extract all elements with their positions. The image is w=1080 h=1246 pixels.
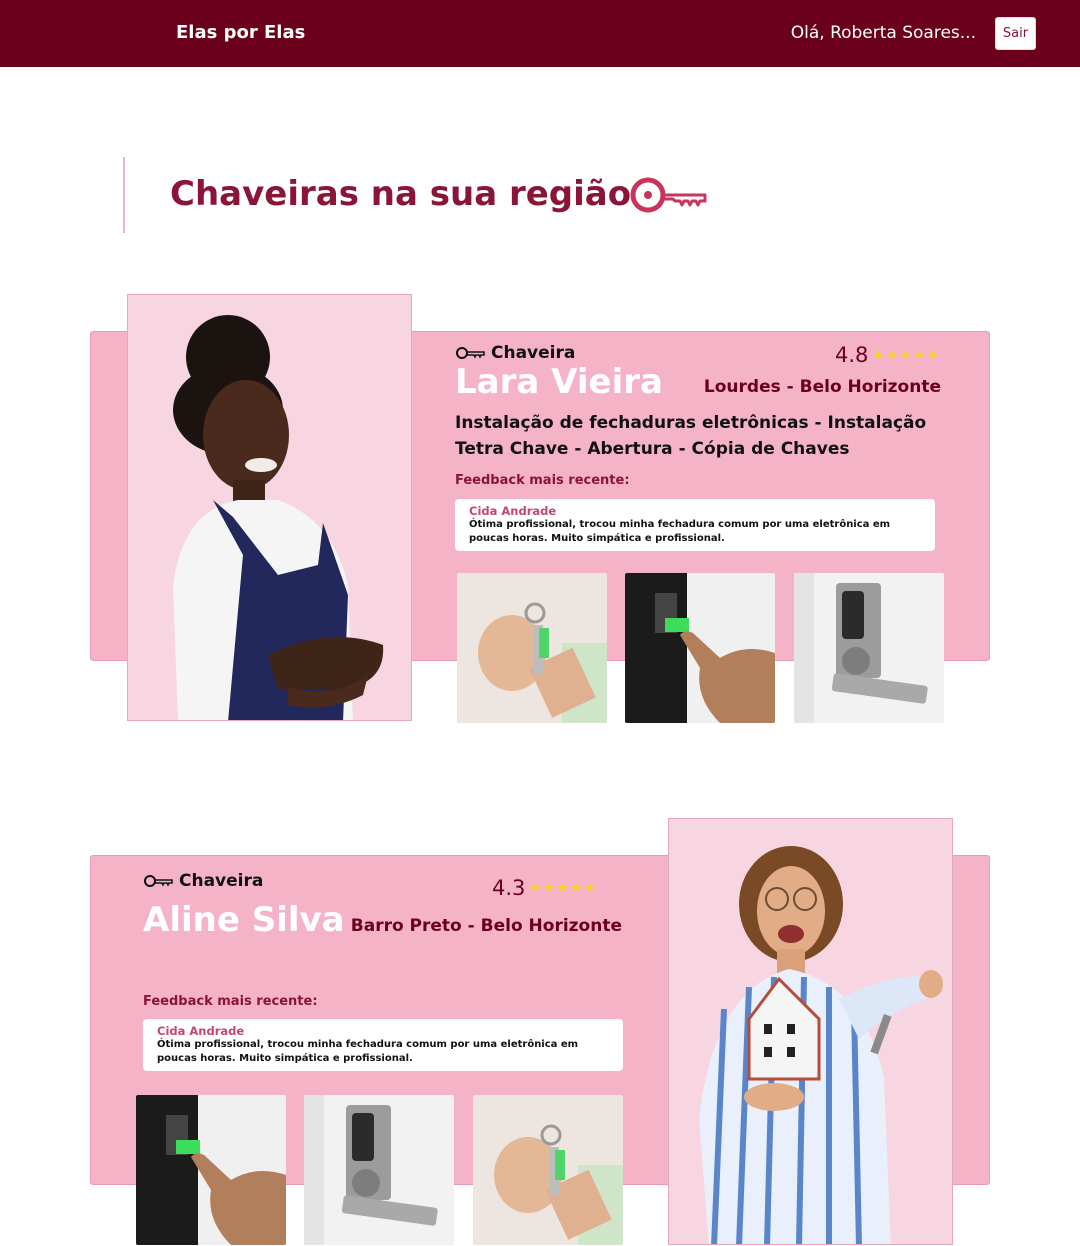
feedback-label: Feedback mais recente: — [143, 994, 318, 1009]
rating: 4.8 ★ ★ ★ ★ ★ — [835, 343, 939, 367]
gallery-image-key-in-hand[interactable] — [473, 1095, 623, 1245]
feedback-author: Cida Andrade — [157, 1024, 245, 1038]
gallery-image-key-in-hand[interactable] — [457, 573, 607, 723]
star-rating: ★ ★ ★ ★ ★ — [529, 882, 595, 895]
top-navbar: Elas por Elas Olá, Roberta Soares... Sai… — [0, 0, 1080, 67]
star-icon: ★ — [927, 347, 939, 363]
rating-value: 4.3 — [492, 876, 526, 900]
professional-name[interactable]: Aline Silva — [143, 900, 345, 940]
location-text: Barro Preto - Belo Horizonte — [350, 916, 622, 936]
star-icon: ★ — [556, 880, 569, 896]
star-icon: ★ — [913, 347, 926, 363]
star-icon: ★ — [584, 880, 596, 896]
star-icon: ★ — [872, 347, 885, 363]
gallery-image-electronic-door-lock[interactable] — [304, 1095, 454, 1245]
gallery-image-fingerprint-lock[interactable] — [625, 573, 775, 723]
professional-photo[interactable] — [127, 294, 412, 721]
feedback-card: Cida Andrade Ótima profissional, trocou … — [455, 499, 935, 551]
page-title: Chaveiras na sua região — [170, 174, 632, 214]
role-label: Chaveira — [143, 871, 263, 891]
star-icon: ★ — [886, 347, 898, 363]
star-icon: ★ — [899, 347, 912, 363]
key-icon — [144, 875, 173, 887]
feedback-text: Ótima profissional, trocou minha fechadu… — [469, 519, 891, 544]
role-text: Chaveira — [491, 343, 576, 363]
feedback-author: Cida Andrade — [469, 504, 557, 518]
rating-value: 4.8 — [835, 343, 869, 367]
woman-portrait-image — [173, 315, 384, 720]
star-icon: ★ — [529, 880, 542, 896]
role-text: Chaveira — [179, 871, 264, 891]
star-icon: ★ — [570, 880, 583, 896]
user-greeting: Olá, Roberta Soares... — [790, 23, 976, 43]
key-icon — [630, 177, 707, 213]
star-rating: ★ ★ ★ ★ ★ — [872, 349, 938, 362]
key-icon — [456, 347, 485, 359]
brand-logo[interactable]: Elas por Elas — [176, 22, 305, 43]
rating: 4.3 ★ ★ ★ ★ ★ — [492, 876, 596, 900]
gallery-image-electronic-door-lock[interactable] — [794, 573, 944, 723]
star-icon: ★ — [543, 880, 555, 896]
services-list: Instalação de fechaduras eletrônicas - I… — [455, 413, 927, 459]
gallery-image-fingerprint-lock[interactable] — [136, 1095, 286, 1245]
logout-button[interactable]: Sair — [995, 17, 1036, 50]
feedback-label: Feedback mais recente: — [455, 473, 630, 488]
role-label: Chaveira — [455, 343, 575, 363]
professional-name[interactable]: Lara Vieira — [455, 362, 663, 402]
woman-portrait-image — [699, 846, 943, 1244]
section-divider — [123, 157, 125, 233]
location-text: Lourdes - Belo Horizonte — [703, 377, 941, 397]
feedback-card: Cida Andrade Ótima profissional, trocou … — [143, 1019, 623, 1071]
professional-photo[interactable] — [668, 818, 953, 1245]
feedback-text: Ótima profissional, trocou minha fechadu… — [157, 1039, 579, 1064]
